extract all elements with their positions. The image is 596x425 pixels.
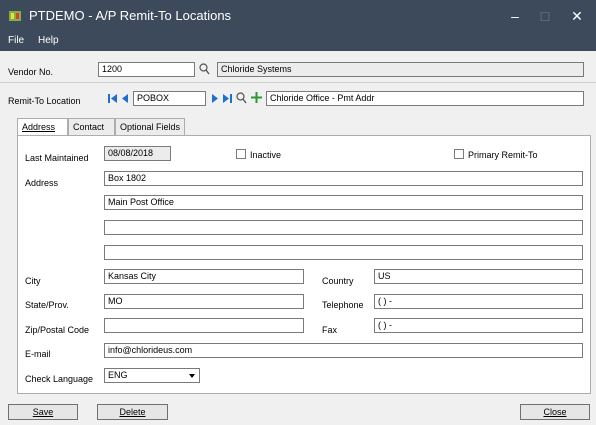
last-record-icon[interactable] [222,93,232,104]
telephone-label: Telephone [322,300,364,310]
tab-address[interactable]: Address [17,118,68,136]
city-input[interactable]: Kansas City [104,269,304,284]
close-button[interactable]: Close [520,404,590,420]
vendor-name-field: Chloride Systems [217,62,584,77]
tab-optional-fields-label: Optional Fields [120,122,181,132]
close-button-label: Close [543,407,567,417]
tab-contact-label: Contact [73,122,105,132]
remit-finder-icon[interactable] [236,92,247,104]
vendor-label: Vendor No. [8,67,54,77]
delete-button[interactable]: Delete [97,404,168,420]
address-line-2-input[interactable]: Main Post Office [104,195,583,210]
remit-label: Remit-To Location [8,96,81,106]
check-language-value: ENG [108,370,128,380]
inactive-label: Inactive [250,150,282,160]
country-label: Country [322,276,354,286]
last-maintained-label: Last Maintained [25,153,89,163]
vendor-no-input[interactable]: 1200 [98,62,195,77]
first-record-icon[interactable] [108,93,118,104]
address-line-1-input[interactable]: Box 1802 [104,171,583,186]
tab-address-label: Address [22,122,56,132]
fax-input[interactable]: ( ) - [374,318,583,333]
country-input[interactable]: US [374,269,583,284]
check-language-label: Check Language [25,374,94,384]
address-line-3-input[interactable] [104,220,583,235]
save-button-label: Save [32,407,54,417]
zip-label: Zip/Postal Code [25,325,90,335]
state-label: State/Prov. [25,300,69,310]
menu-bar: File Help [0,32,596,51]
primary-remit-label: Primary Remit-To [468,150,538,160]
title-bar: PTDEMO - A/P Remit-To Locations – □ ✕ [0,0,596,32]
close-window-button[interactable]: ✕ [562,6,592,26]
city-label: City [25,276,41,286]
remit-code-input[interactable]: POBOX [133,91,206,106]
previous-record-icon[interactable] [121,93,129,104]
maximize-button[interactable]: □ [530,6,560,26]
primary-remit-checkbox[interactable] [454,149,464,159]
last-maintained-field: 08/08/2018 [104,146,171,161]
divider [0,82,596,83]
check-language-select[interactable]: ENG [104,368,200,383]
window-title: PTDEMO - A/P Remit-To Locations [29,8,232,23]
address-label: Address [25,178,59,188]
tab-contact[interactable]: Contact [68,118,115,135]
menu-help[interactable]: Help [38,35,59,46]
email-input[interactable]: info@chlorideus.com [104,343,583,358]
zip-input[interactable] [104,318,304,333]
next-record-icon[interactable] [211,93,219,104]
address-line-4-input[interactable] [104,245,583,260]
minimize-button[interactable]: – [500,6,530,26]
email-label: E-mail [25,349,51,359]
add-new-icon[interactable] [251,92,262,103]
tab-optional-fields[interactable]: Optional Fields [115,118,185,135]
remit-description-input[interactable]: Chloride Office - Pmt Addr [266,91,584,106]
vendor-finder-icon[interactable] [199,63,210,75]
menu-file[interactable]: File [8,35,24,46]
state-input[interactable]: MO [104,294,304,309]
save-button[interactable]: Save [8,404,78,420]
app-icon [9,11,21,21]
delete-button-label: Delete [119,407,146,417]
fax-label: Fax [322,325,338,335]
chevron-down-icon [189,374,195,378]
telephone-input[interactable]: ( ) - [374,294,583,309]
inactive-checkbox[interactable] [236,149,246,159]
